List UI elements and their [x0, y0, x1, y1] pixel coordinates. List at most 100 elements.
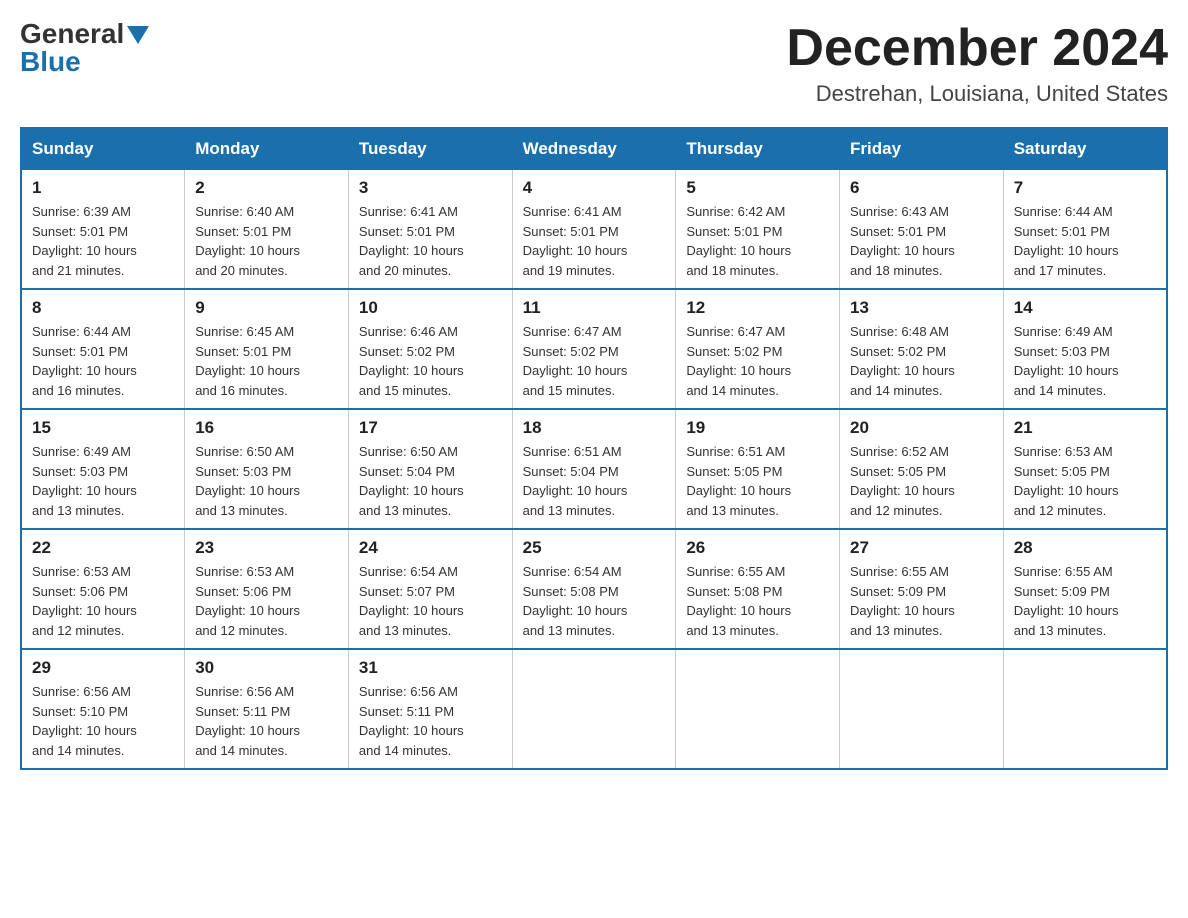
- calendar-cell: 30 Sunrise: 6:56 AM Sunset: 5:11 PM Dayl…: [185, 649, 349, 769]
- day-info: Sunrise: 6:50 AM Sunset: 5:04 PM Dayligh…: [359, 442, 502, 520]
- day-number: 31: [359, 658, 502, 678]
- calendar-cell: 31 Sunrise: 6:56 AM Sunset: 5:11 PM Dayl…: [348, 649, 512, 769]
- calendar-cell: 26 Sunrise: 6:55 AM Sunset: 5:08 PM Dayl…: [676, 529, 840, 649]
- day-number: 4: [523, 178, 666, 198]
- day-number: 7: [1014, 178, 1156, 198]
- day-info: Sunrise: 6:53 AM Sunset: 5:05 PM Dayligh…: [1014, 442, 1156, 520]
- day-info: Sunrise: 6:54 AM Sunset: 5:08 PM Dayligh…: [523, 562, 666, 640]
- day-info: Sunrise: 6:42 AM Sunset: 5:01 PM Dayligh…: [686, 202, 829, 280]
- calendar-cell: 21 Sunrise: 6:53 AM Sunset: 5:05 PM Dayl…: [1003, 409, 1167, 529]
- day-info: Sunrise: 6:39 AM Sunset: 5:01 PM Dayligh…: [32, 202, 174, 280]
- day-number: 27: [850, 538, 993, 558]
- day-info: Sunrise: 6:55 AM Sunset: 5:08 PM Dayligh…: [686, 562, 829, 640]
- day-header-wednesday: Wednesday: [512, 128, 676, 170]
- calendar-cell: 28 Sunrise: 6:55 AM Sunset: 5:09 PM Dayl…: [1003, 529, 1167, 649]
- day-info: Sunrise: 6:53 AM Sunset: 5:06 PM Dayligh…: [32, 562, 174, 640]
- day-number: 30: [195, 658, 338, 678]
- day-number: 13: [850, 298, 993, 318]
- day-info: Sunrise: 6:44 AM Sunset: 5:01 PM Dayligh…: [32, 322, 174, 400]
- day-number: 20: [850, 418, 993, 438]
- calendar-cell: 14 Sunrise: 6:49 AM Sunset: 5:03 PM Dayl…: [1003, 289, 1167, 409]
- calendar-cell: 3 Sunrise: 6:41 AM Sunset: 5:01 PM Dayli…: [348, 170, 512, 290]
- calendar-cell: 11 Sunrise: 6:47 AM Sunset: 5:02 PM Dayl…: [512, 289, 676, 409]
- day-number: 14: [1014, 298, 1156, 318]
- calendar-cell: 25 Sunrise: 6:54 AM Sunset: 5:08 PM Dayl…: [512, 529, 676, 649]
- logo: General Blue: [20, 20, 149, 76]
- day-number: 23: [195, 538, 338, 558]
- title-section: December 2024 Destrehan, Louisiana, Unit…: [786, 20, 1168, 107]
- day-number: 12: [686, 298, 829, 318]
- day-info: Sunrise: 6:47 AM Sunset: 5:02 PM Dayligh…: [686, 322, 829, 400]
- day-number: 18: [523, 418, 666, 438]
- week-row-5: 29 Sunrise: 6:56 AM Sunset: 5:10 PM Dayl…: [21, 649, 1167, 769]
- day-info: Sunrise: 6:40 AM Sunset: 5:01 PM Dayligh…: [195, 202, 338, 280]
- page-header: General Blue December 2024 Destrehan, Lo…: [20, 20, 1168, 107]
- day-info: Sunrise: 6:52 AM Sunset: 5:05 PM Dayligh…: [850, 442, 993, 520]
- day-number: 2: [195, 178, 338, 198]
- day-info: Sunrise: 6:49 AM Sunset: 5:03 PM Dayligh…: [1014, 322, 1156, 400]
- day-number: 6: [850, 178, 993, 198]
- day-header-thursday: Thursday: [676, 128, 840, 170]
- day-info: Sunrise: 6:47 AM Sunset: 5:02 PM Dayligh…: [523, 322, 666, 400]
- day-number: 19: [686, 418, 829, 438]
- day-number: 17: [359, 418, 502, 438]
- logo-general: General: [20, 20, 124, 48]
- calendar-cell: [1003, 649, 1167, 769]
- day-number: 26: [686, 538, 829, 558]
- calendar-cell: 6 Sunrise: 6:43 AM Sunset: 5:01 PM Dayli…: [840, 170, 1004, 290]
- day-number: 29: [32, 658, 174, 678]
- calendar-cell: 29 Sunrise: 6:56 AM Sunset: 5:10 PM Dayl…: [21, 649, 185, 769]
- day-info: Sunrise: 6:48 AM Sunset: 5:02 PM Dayligh…: [850, 322, 993, 400]
- day-info: Sunrise: 6:51 AM Sunset: 5:05 PM Dayligh…: [686, 442, 829, 520]
- days-header-row: SundayMondayTuesdayWednesdayThursdayFrid…: [21, 128, 1167, 170]
- day-info: Sunrise: 6:56 AM Sunset: 5:11 PM Dayligh…: [195, 682, 338, 760]
- calendar-cell: 9 Sunrise: 6:45 AM Sunset: 5:01 PM Dayli…: [185, 289, 349, 409]
- day-info: Sunrise: 6:41 AM Sunset: 5:01 PM Dayligh…: [523, 202, 666, 280]
- calendar-cell: 10 Sunrise: 6:46 AM Sunset: 5:02 PM Dayl…: [348, 289, 512, 409]
- calendar-cell: 5 Sunrise: 6:42 AM Sunset: 5:01 PM Dayli…: [676, 170, 840, 290]
- day-number: 15: [32, 418, 174, 438]
- calendar-cell: 18 Sunrise: 6:51 AM Sunset: 5:04 PM Dayl…: [512, 409, 676, 529]
- location-title: Destrehan, Louisiana, United States: [786, 81, 1168, 107]
- calendar-cell: 4 Sunrise: 6:41 AM Sunset: 5:01 PM Dayli…: [512, 170, 676, 290]
- day-info: Sunrise: 6:41 AM Sunset: 5:01 PM Dayligh…: [359, 202, 502, 280]
- logo-triangle-icon: [127, 26, 149, 44]
- calendar-cell: 13 Sunrise: 6:48 AM Sunset: 5:02 PM Dayl…: [840, 289, 1004, 409]
- day-info: Sunrise: 6:51 AM Sunset: 5:04 PM Dayligh…: [523, 442, 666, 520]
- calendar-table: SundayMondayTuesdayWednesdayThursdayFrid…: [20, 127, 1168, 770]
- logo-blue: Blue: [20, 48, 81, 76]
- day-info: Sunrise: 6:56 AM Sunset: 5:11 PM Dayligh…: [359, 682, 502, 760]
- day-number: 11: [523, 298, 666, 318]
- day-number: 16: [195, 418, 338, 438]
- week-row-2: 8 Sunrise: 6:44 AM Sunset: 5:01 PM Dayli…: [21, 289, 1167, 409]
- day-info: Sunrise: 6:50 AM Sunset: 5:03 PM Dayligh…: [195, 442, 338, 520]
- day-header-tuesday: Tuesday: [348, 128, 512, 170]
- day-number: 9: [195, 298, 338, 318]
- day-info: Sunrise: 6:56 AM Sunset: 5:10 PM Dayligh…: [32, 682, 174, 760]
- week-row-1: 1 Sunrise: 6:39 AM Sunset: 5:01 PM Dayli…: [21, 170, 1167, 290]
- day-info: Sunrise: 6:53 AM Sunset: 5:06 PM Dayligh…: [195, 562, 338, 640]
- calendar-cell: 2 Sunrise: 6:40 AM Sunset: 5:01 PM Dayli…: [185, 170, 349, 290]
- calendar-cell: 24 Sunrise: 6:54 AM Sunset: 5:07 PM Dayl…: [348, 529, 512, 649]
- day-info: Sunrise: 6:45 AM Sunset: 5:01 PM Dayligh…: [195, 322, 338, 400]
- calendar-cell: 19 Sunrise: 6:51 AM Sunset: 5:05 PM Dayl…: [676, 409, 840, 529]
- day-info: Sunrise: 6:44 AM Sunset: 5:01 PM Dayligh…: [1014, 202, 1156, 280]
- day-header-saturday: Saturday: [1003, 128, 1167, 170]
- day-number: 21: [1014, 418, 1156, 438]
- calendar-cell: 12 Sunrise: 6:47 AM Sunset: 5:02 PM Dayl…: [676, 289, 840, 409]
- day-header-sunday: Sunday: [21, 128, 185, 170]
- week-row-4: 22 Sunrise: 6:53 AM Sunset: 5:06 PM Dayl…: [21, 529, 1167, 649]
- day-number: 25: [523, 538, 666, 558]
- calendar-cell: 22 Sunrise: 6:53 AM Sunset: 5:06 PM Dayl…: [21, 529, 185, 649]
- calendar-cell: 23 Sunrise: 6:53 AM Sunset: 5:06 PM Dayl…: [185, 529, 349, 649]
- day-number: 22: [32, 538, 174, 558]
- day-number: 3: [359, 178, 502, 198]
- day-number: 1: [32, 178, 174, 198]
- day-number: 28: [1014, 538, 1156, 558]
- day-number: 5: [686, 178, 829, 198]
- day-info: Sunrise: 6:55 AM Sunset: 5:09 PM Dayligh…: [1014, 562, 1156, 640]
- calendar-cell: 8 Sunrise: 6:44 AM Sunset: 5:01 PM Dayli…: [21, 289, 185, 409]
- day-info: Sunrise: 6:54 AM Sunset: 5:07 PM Dayligh…: [359, 562, 502, 640]
- calendar-cell: [840, 649, 1004, 769]
- calendar-cell: [676, 649, 840, 769]
